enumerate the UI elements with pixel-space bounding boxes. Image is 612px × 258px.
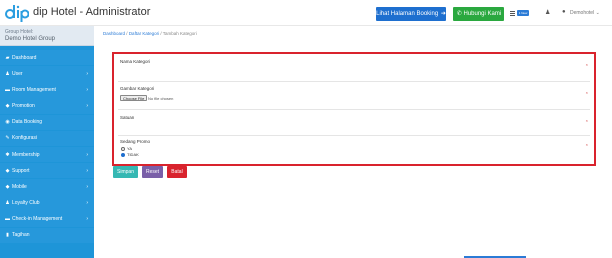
breadcrumb-separator: / [126,31,128,36]
sidebar-item-label: Support [12,167,30,174]
wrench-icon: ✎ [5,135,10,142]
sidebar: Group Hotel: Demo Hotel Group ▰ Dashboar… [0,26,94,258]
dip-logo-icon[interactable] [5,3,29,22]
promo-option-no-label: TIDAK [127,152,139,157]
category-name-field[interactable]: Nama Kategori × [118,56,590,82]
sidebar-item-label: Konfigurasi [12,135,38,142]
sidebar-item-loyalty-club[interactable]: ♟ Loyalty Club › [0,195,94,211]
chevron-right-icon: › [86,151,88,158]
booking-icon: ◉ [5,119,10,126]
new-notification-badge[interactable]: 1 New [517,10,529,16]
user-name-label: Demohotel [570,10,595,16]
sidebar-item-data-booking[interactable]: ◉ Data Booking [0,114,94,130]
sidebar-item-promotion[interactable]: ◆ Promotion › [0,98,94,114]
top-bar: dip Hotel - Administrator Lihat Halaman … [0,0,612,26]
user-icon: ♟ [5,70,10,77]
on-promo-field: Sedang Promo × YA TIDAK [118,136,590,164]
chevron-right-icon: › [86,167,88,174]
sidebar-item-user[interactable]: ♟ User › [0,66,94,82]
category-name-label: Nama Kategori [120,59,151,64]
room-icon: ▬ [5,86,10,93]
reset-button[interactable]: Reset [142,166,163,178]
support-icon: ◆ [5,167,10,174]
hotel-group-info: Group Hotel: Demo Hotel Group [0,26,94,46]
view-booking-page-label: Lihat Halaman Booking [376,11,439,17]
promo-option-yes-label: YA [127,146,133,151]
choose-file-button[interactable]: Choose File [120,95,148,101]
chat-icon[interactable]: ● [562,9,566,15]
sidebar-item-checkin-management[interactable]: ▬ Check-in Management › [0,211,94,227]
sidebar-item-dashboard[interactable]: ▰ Dashboard [0,50,94,66]
sidebar-item-label: Data Booking [12,119,43,126]
sidebar-item-tagihan[interactable]: ▮ Tagihan [0,227,94,243]
checkin-icon: ▬ [5,216,10,223]
sidebar-item-label: Check-in Management [12,216,63,223]
breadcrumb-dashboard-link[interactable]: Dashboard [103,31,125,36]
unit-field[interactable]: Satuan × [118,110,590,136]
chevron-right-icon: › [86,103,88,110]
promo-option-yes[interactable]: YA [121,146,132,151]
contact-us-button[interactable]: ✆ Hubungi Kami [453,7,504,21]
user-icon[interactable]: ♟ [545,9,550,16]
chevron-right-icon: › [86,184,88,191]
view-booking-page-button[interactable]: Lihat Halaman Booking ➜ [376,7,446,21]
sidebar-item-support[interactable]: ◆ Support › [0,162,94,179]
membership-icon: ✱ [5,151,10,158]
mobile-icon: ◆ [5,183,10,190]
loyalty-icon: ♟ [5,199,10,206]
notification-list-icon[interactable] [510,11,515,16]
chevron-right-icon: › [86,200,88,207]
group-name: Demo Hotel Group [5,36,56,42]
contact-us-label: Hubungi Kami [463,11,502,17]
dashboard-icon: ▰ [5,54,10,61]
group-label: Group Hotel: [5,29,34,35]
breadcrumb: Dashboard / Daftar Kategori / Tambah Kat… [103,31,197,36]
sidebar-item-label: Dashboard [12,54,37,61]
promo-option-no[interactable]: TIDAK [121,152,139,157]
external-link-icon: ➜ [440,11,446,17]
tag-icon: ◆ [5,103,10,110]
sidebar-item-mobile[interactable]: ◆ Mobile › [0,179,94,195]
sidebar-item-label: Tagihan [12,232,30,239]
category-image-field: Gambar Kategori × [118,82,590,110]
breadcrumb-current: Tambah Kategori [162,31,197,36]
sidebar-menu: ▰ Dashboard ♟ User › ▬ Room Management ›… [0,50,94,244]
unit-label: Satuan [120,115,135,120]
sidebar-item-label: Membership [12,151,40,158]
sidebar-item-label: Promotion [12,103,35,110]
radio-checked-icon [121,152,125,157]
file-status-text: No file chosen [148,96,174,101]
category-image-label: Gambar Kategori [120,86,155,91]
chevron-right-icon: › [86,71,88,78]
sidebar-item-label: Room Management [12,86,56,93]
sidebar-item-room-management[interactable]: ▬ Room Management › [0,82,94,98]
chevron-down-icon: ⌄ [595,10,600,16]
phone-icon: ✆ [456,11,462,17]
chevron-right-icon: › [86,216,88,223]
invoice-icon: ▮ [6,232,9,239]
radio-unchecked-icon [121,146,125,151]
sidebar-item-membership[interactable]: ✱ Membership › [0,146,94,163]
sidebar-item-label: Loyalty Club [12,199,40,206]
required-mark-icon: × [585,62,588,67]
breadcrumb-separator: / [160,31,162,36]
sidebar-item-label: Mobile [12,183,27,190]
sidebar-item-konfigurasi[interactable]: ✎ Konfigurasi [0,130,94,147]
sidebar-item-label: User [12,70,23,77]
on-promo-label: Sedang Promo [120,139,151,144]
cancel-button[interactable]: Batal [167,166,187,178]
add-category-form: Nama Kategori × Gambar Kategori × Choose… [112,52,596,166]
save-button[interactable]: Simpan [113,166,138,178]
chevron-right-icon: › [86,87,88,94]
app-title: dip Hotel - Administrator [33,6,151,18]
breadcrumb-category-list-link[interactable]: Daftar Kategori [129,31,159,36]
user-menu[interactable]: Demohotel ⌄ [570,10,600,16]
required-mark-icon: × [585,118,588,123]
required-mark-icon: × [585,90,588,95]
required-mark-icon: × [585,142,588,147]
